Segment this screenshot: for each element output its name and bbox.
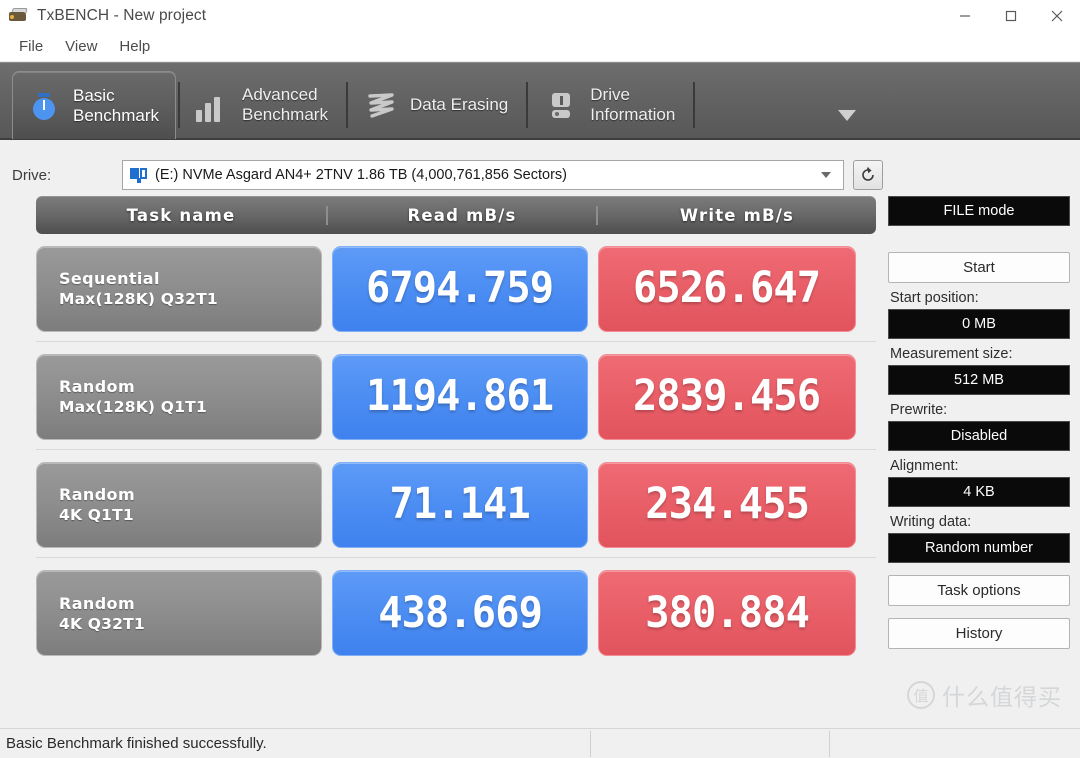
tab-advanced-benchmark[interactable]: Advanced Benchmark — [182, 72, 344, 138]
start-position-label: Start position: — [890, 290, 979, 306]
app-hdd-icon — [8, 7, 30, 25]
column-header-write: Write mB/s — [596, 205, 876, 225]
menu-bar: File View Help — [0, 32, 1080, 62]
column-header-read: Read mB/s — [326, 205, 596, 225]
menu-item-file[interactable]: File — [8, 35, 54, 58]
status-segment-2 — [591, 729, 829, 758]
read-value: 6794.759 — [366, 263, 554, 313]
table-header-row: Task name Read mB/s Write mB/s — [36, 196, 876, 234]
read-value-cell: 6794.759 — [332, 245, 588, 332]
measurement-size-field[interactable]: 512 MB — [888, 365, 1070, 395]
alignment-field[interactable]: 4 KB — [888, 477, 1070, 507]
task-name-cell: Random 4K Q1T1 — [36, 461, 322, 548]
window-title: TxBENCH - New project — [37, 7, 207, 24]
task-name-cell: Random 4K Q32T1 — [36, 570, 322, 656]
write-value: 380.884 — [645, 587, 810, 638]
write-value-cell: 2839.456 — [598, 353, 856, 440]
write-value: 234.455 — [645, 479, 810, 529]
close-button[interactable] — [1034, 0, 1080, 32]
read-value: 438.669 — [378, 587, 543, 638]
txbench-window: TxBENCH - New project File View Help Bas… — [0, 0, 1080, 758]
body-split: Task name Read mB/s Write mB/s Sequentia… — [0, 196, 1080, 728]
task-name-line2: 4K Q32T1 — [59, 614, 145, 633]
window-controls — [942, 0, 1080, 32]
tab-separator — [345, 82, 348, 128]
minimize-button[interactable] — [942, 0, 988, 32]
tab-separator — [693, 82, 696, 128]
task-options-button[interactable]: Task options — [888, 575, 1070, 606]
refresh-icon — [862, 167, 874, 181]
tab-basic-benchmark[interactable]: Basic Benchmark — [12, 71, 176, 139]
write-value-cell: 234.455 — [598, 461, 856, 548]
table-row: Sequential Max(128K) Q32T1 6794.759 6526… — [36, 234, 876, 342]
task-name-line2: Max(128K) Q1T1 — [59, 398, 207, 416]
history-button[interactable]: History — [888, 618, 1070, 649]
bar-chart-icon — [195, 88, 230, 122]
read-value-cell: 1194.861 — [332, 353, 588, 440]
start-button[interactable]: Start — [888, 252, 1070, 283]
main-content: Drive: (E:) NVMe Asgard AN4+ 2TNV 1.86 T… — [0, 140, 1080, 728]
tab-data-erasing-label: Data Erasing — [409, 95, 509, 114]
benchmark-table: Task name Read mB/s Write mB/s Sequentia… — [36, 196, 876, 728]
task-name-line1: Sequential — [59, 269, 160, 288]
tab-drive-information-label: Drive Information — [590, 85, 676, 124]
eraser-icon — [364, 88, 398, 122]
tab-separator — [177, 82, 180, 128]
writing-data-field[interactable]: Random number — [888, 533, 1070, 563]
title-bar: TxBENCH - New project — [0, 0, 1080, 32]
write-value-cell: 380.884 — [598, 570, 856, 656]
refresh-drives-button[interactable] — [853, 160, 883, 190]
drive-select[interactable]: (E:) NVMe Asgard AN4+ 2TNV 1.86 TB (4,00… — [122, 160, 844, 190]
tab-basic-benchmark-label: Basic Benchmark — [73, 85, 159, 125]
measurement-size-label: Measurement size: — [890, 346, 1013, 362]
tab-separator — [526, 82, 529, 128]
menu-item-view[interactable]: View — [54, 35, 108, 58]
task-name-line1: Random — [59, 485, 136, 504]
write-value-cell: 6526.647 — [598, 245, 856, 332]
drive-selector-row: Drive: (E:) NVMe Asgard AN4+ 2TNV 1.86 T… — [0, 140, 1080, 196]
maximize-button[interactable] — [988, 0, 1034, 32]
task-name-line1: Random — [59, 377, 136, 396]
tab-drive-information[interactable]: Drive Information — [530, 72, 691, 138]
table-row: Random 4K Q1T1 71.141 234.455 — [36, 450, 876, 558]
task-name-cell: Sequential Max(128K) Q32T1 — [36, 245, 322, 332]
read-value-cell: 71.141 — [332, 461, 588, 548]
write-value: 6526.647 — [633, 263, 821, 313]
drive-selected-value: (E:) NVMe Asgard AN4+ 2TNV 1.86 TB (4,00… — [155, 167, 567, 183]
table-row: Random 4K Q32T1 438.669 380.884 — [36, 558, 876, 666]
start-position-field[interactable]: 0 MB — [888, 309, 1070, 339]
stopwatch-icon — [27, 89, 61, 123]
read-value: 1194.861 — [366, 371, 554, 421]
writing-data-label: Writing data: — [890, 514, 972, 530]
options-panel: FILE mode Start Start position: 0 MB Mea… — [876, 196, 1070, 728]
file-mode-button[interactable]: FILE mode — [888, 196, 1070, 226]
task-name-cell: Random Max(128K) Q1T1 — [36, 353, 322, 440]
menu-item-help[interactable]: Help — [108, 35, 161, 58]
drive-info-icon — [544, 88, 578, 122]
task-name-line1: Random — [59, 593, 136, 613]
write-value: 2839.456 — [633, 371, 821, 421]
drive-label: Drive: — [12, 166, 52, 184]
table-row: Random Max(128K) Q1T1 1194.861 2839.456 — [36, 342, 876, 450]
task-name-line2: 4K Q1T1 — [59, 506, 134, 524]
tab-strip: Basic Benchmark Advanced Benchmark Data … — [0, 62, 1080, 140]
status-bar: Basic Benchmark finished successfully. — [0, 728, 1080, 758]
tab-overflow-button[interactable] — [832, 100, 862, 130]
prewrite-label: Prewrite: — [890, 402, 948, 418]
column-header-task-name: Task name — [126, 205, 236, 225]
status-segment-3 — [830, 729, 1080, 758]
tab-data-erasing[interactable]: Data Erasing — [350, 72, 524, 138]
task-name-line2: Max(128K) Q32T1 — [59, 290, 218, 308]
status-message: Basic Benchmark finished successfully. — [6, 735, 267, 752]
chevron-down-icon — [838, 109, 856, 121]
chevron-down-icon — [821, 172, 831, 178]
prewrite-field[interactable]: Disabled — [888, 421, 1070, 451]
read-value: 71.141 — [389, 479, 531, 529]
status-message-segment: Basic Benchmark finished successfully. — [0, 729, 590, 758]
read-value-cell: 438.669 — [332, 570, 588, 656]
hdd-icon — [130, 167, 148, 183]
alignment-label: Alignment: — [890, 458, 959, 474]
tab-advanced-benchmark-label: Advanced Benchmark — [241, 85, 328, 124]
